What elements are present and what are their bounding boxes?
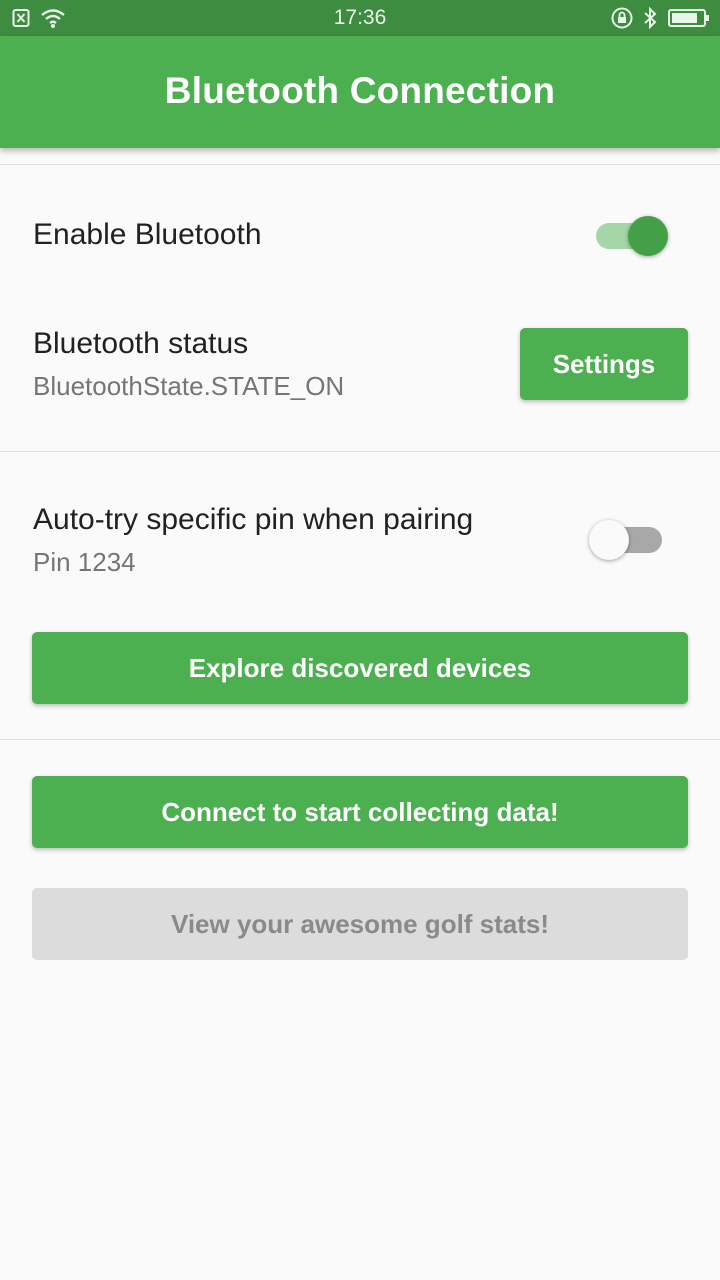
top-divider xyxy=(0,164,720,165)
status-bar: 17:36 xyxy=(0,0,720,36)
section-divider-2 xyxy=(0,739,720,740)
app-bar-title: Bluetooth Connection xyxy=(164,70,556,111)
connect-button[interactable]: Connect to start collecting data! xyxy=(32,776,688,848)
auto-pin-value: Pin 1234 xyxy=(33,547,136,577)
switch-thumb xyxy=(589,520,629,560)
bluetooth-icon xyxy=(644,6,657,30)
enable-bluetooth-label: Enable Bluetooth xyxy=(33,218,262,251)
auto-pin-switch[interactable] xyxy=(586,519,666,563)
rotation-lock-icon xyxy=(611,7,633,29)
app-bar: Bluetooth Connection xyxy=(0,36,720,148)
auto-pin-label: Auto-try specific pin when pairing xyxy=(33,503,474,536)
bluetooth-status-value: BluetoothState.STATE_ON xyxy=(33,371,345,401)
view-stats-button[interactable]: View your awesome golf stats! xyxy=(32,888,688,960)
explore-devices-button[interactable]: Explore discovered devices xyxy=(32,632,688,704)
bluetooth-status-label: Bluetooth status xyxy=(33,327,249,360)
enable-bluetooth-switch[interactable] xyxy=(592,214,672,258)
settings-button[interactable]: Settings xyxy=(520,328,688,400)
switch-thumb xyxy=(628,216,668,256)
battery-icon xyxy=(668,9,709,27)
section-divider-1 xyxy=(0,451,720,452)
